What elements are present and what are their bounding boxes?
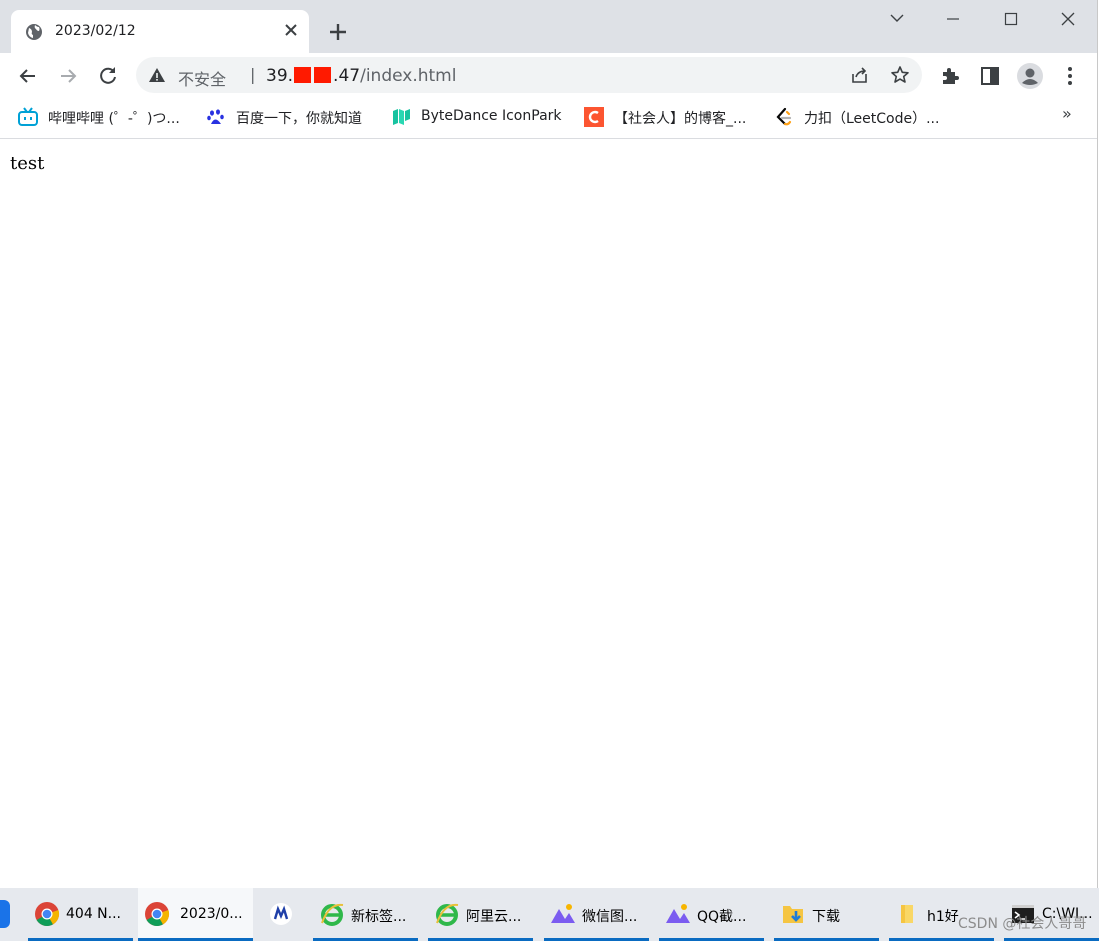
close-icon bbox=[1061, 12, 1075, 26]
reload-icon bbox=[100, 67, 116, 84]
url-host-prefix: 39. bbox=[266, 66, 294, 86]
taskbar-label: QQ截... bbox=[697, 909, 747, 925]
close-window-button[interactable] bbox=[1045, 6, 1091, 32]
taskbar-label: 微信图... bbox=[582, 909, 638, 925]
bookmark-item-baidu[interactable]: 百度一下，你就知道 bbox=[206, 106, 376, 130]
separator: | bbox=[250, 65, 256, 84]
taskbar-item-app[interactable] bbox=[262, 888, 302, 938]
close-icon bbox=[285, 24, 297, 36]
share-button[interactable] bbox=[850, 65, 870, 85]
side-panel-button[interactable] bbox=[978, 64, 1002, 88]
bookmark-label: 力扣（LeetCode）... bbox=[804, 111, 940, 127]
taskbar-item-chrome-active[interactable]: 2023/0... bbox=[138, 888, 253, 941]
bookmark-item-bilibili[interactable]: 哔哩哔哩 (゜-゜)つ... bbox=[18, 106, 193, 130]
ie-icon bbox=[321, 903, 344, 926]
security-label[interactable]: 不安全 bbox=[178, 66, 226, 90]
chrome-icon bbox=[35, 902, 60, 927]
bookmarks-overflow-button[interactable]: » bbox=[1062, 104, 1072, 123]
app-icon bbox=[270, 903, 292, 925]
maximize-icon bbox=[1004, 12, 1018, 26]
bookmark-label: 百度一下，你就知道 bbox=[236, 111, 362, 127]
folder-icon bbox=[901, 905, 913, 923]
taskbar-item-downloads-folder[interactable]: 下载 bbox=[774, 888, 879, 941]
iconpark-icon bbox=[393, 109, 410, 125]
taskbar-label: 下载 bbox=[812, 909, 840, 925]
minimize-button[interactable] bbox=[930, 6, 976, 32]
address-bar[interactable]: 不安全 | 39. .47/index.html bbox=[136, 57, 922, 93]
kebab-menu-icon bbox=[1068, 67, 1072, 85]
taskbar-item-ie-newtab[interactable]: 新标签... bbox=[313, 888, 418, 941]
profile-button[interactable] bbox=[1016, 62, 1044, 90]
url-path: /index.html bbox=[360, 66, 457, 86]
leetcode-icon bbox=[776, 107, 792, 126]
bookmark-item-csdn[interactable]: 【社会人】的博客_... bbox=[584, 106, 759, 130]
puzzle-icon bbox=[943, 68, 959, 84]
url-text[interactable]: 39. .47/index.html bbox=[266, 66, 456, 86]
image-app-icon bbox=[551, 904, 575, 923]
taskbar-label: 2023/0... bbox=[180, 906, 243, 922]
arrow-left-icon bbox=[19, 69, 35, 83]
back-button[interactable] bbox=[14, 62, 42, 90]
page-text: test bbox=[10, 153, 45, 174]
baidu-paw-icon bbox=[207, 109, 224, 124]
csdn-icon bbox=[584, 107, 604, 127]
taskbar-item-chrome-404[interactable]: 404 N... bbox=[28, 888, 133, 941]
bookmark-label: 哔哩哔哩 (゜-゜)つ... bbox=[48, 111, 180, 127]
bookmark-item-iconpark[interactable]: ByteDance IconPark bbox=[391, 106, 571, 130]
bookmark-label: ByteDance IconPark bbox=[421, 108, 562, 124]
warning-icon bbox=[149, 68, 165, 82]
plus-icon bbox=[330, 24, 346, 40]
extensions-button[interactable] bbox=[938, 64, 962, 88]
image-app-icon bbox=[666, 904, 690, 923]
page-content: test bbox=[0, 139, 1097, 888]
maximize-button[interactable] bbox=[988, 6, 1034, 32]
taskbar-item-ie-aliyun[interactable]: 阿里云... bbox=[428, 888, 533, 941]
bookmark-item-leetcode[interactable]: 力扣（LeetCode）... bbox=[774, 106, 954, 130]
taskbar-label: h1好 bbox=[927, 909, 959, 925]
arrow-right-icon bbox=[61, 69, 77, 83]
tab-close-button[interactable] bbox=[281, 20, 301, 40]
redaction-mark bbox=[314, 67, 332, 83]
menu-button[interactable] bbox=[1058, 64, 1082, 88]
share-icon bbox=[852, 67, 867, 83]
taskbar-label: 新标签... bbox=[351, 909, 407, 925]
globe-icon bbox=[26, 24, 42, 40]
new-tab-button[interactable] bbox=[324, 18, 352, 46]
chrome-icon bbox=[145, 902, 170, 927]
tab-title: 2023/02/12 bbox=[55, 23, 136, 39]
folder-download-icon bbox=[783, 906, 803, 923]
chevron-down-icon bbox=[890, 14, 904, 22]
reload-button[interactable] bbox=[94, 62, 122, 90]
avatar-icon bbox=[1017, 63, 1043, 89]
taskbar-label: 阿里云... bbox=[466, 909, 522, 925]
tab-active[interactable]: 2023/02/12 bbox=[11, 10, 309, 53]
side-panel-icon bbox=[981, 67, 999, 85]
bookmarks-bar: 哔哩哔哩 (゜-゜)つ... 百度一下，你就知道 ByteDance IconP… bbox=[0, 98, 1097, 139]
ie-icon bbox=[436, 903, 459, 926]
minimize-icon bbox=[947, 18, 959, 20]
taskbar-item-wechat-image[interactable]: 微信图... bbox=[544, 888, 649, 941]
forward-button[interactable] bbox=[54, 62, 82, 90]
tab-strip: 2023/02/12 bbox=[0, 0, 1097, 53]
bookmark-label: 【社会人】的博客_... bbox=[614, 111, 747, 127]
bookmark-star-button[interactable] bbox=[890, 65, 910, 85]
taskbar-item-qq-screenshot[interactable]: QQ截... bbox=[659, 888, 764, 941]
watermark-text: CSDN @社会人哥哥 bbox=[958, 916, 1087, 932]
star-icon bbox=[891, 66, 909, 83]
redaction-mark bbox=[294, 67, 312, 83]
toolbar: 不安全 | 39. .47/index.html bbox=[0, 53, 1097, 98]
tab-search-button[interactable] bbox=[874, 6, 920, 32]
url-host-suffix: .47 bbox=[333, 66, 361, 86]
bilibili-icon bbox=[18, 107, 38, 126]
taskbar: 404 N... 2023/0... 新标签... 阿里云... 微信图... … bbox=[0, 888, 1099, 941]
taskbar-label: 404 N... bbox=[66, 906, 121, 922]
start-edge-icon[interactable] bbox=[0, 900, 10, 928]
browser-window: 2023/02/12 不安全 | 39. .47/index.html 哔哩哔哩… bbox=[0, 0, 1098, 888]
